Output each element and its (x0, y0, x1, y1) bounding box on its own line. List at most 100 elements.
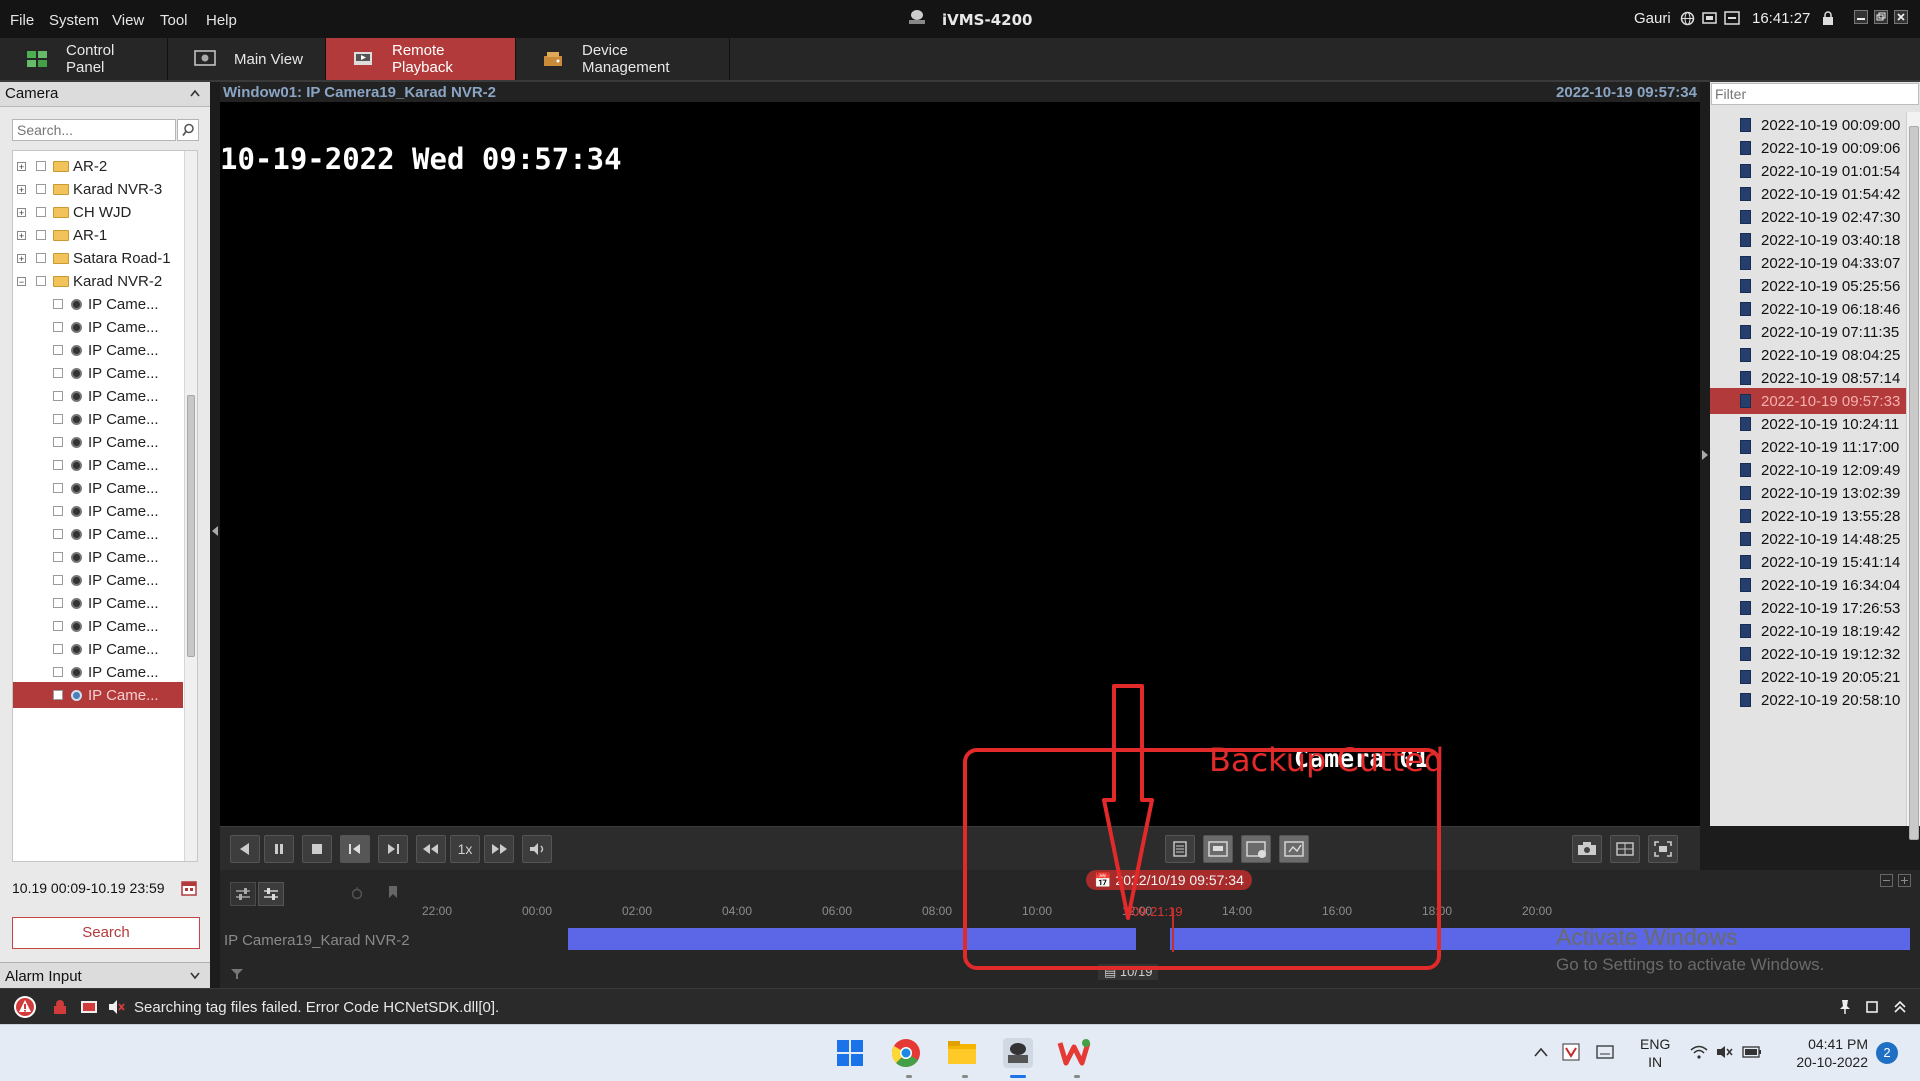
recording-list-scrollbar[interactable] (1906, 112, 1920, 840)
event-icon[interactable] (80, 998, 98, 1016)
checkbox[interactable] (53, 644, 63, 654)
playback-speed[interactable]: 1x (450, 835, 480, 863)
lock-timeline-icon[interactable] (350, 886, 364, 900)
language-indicator[interactable]: ENG IN (1640, 1035, 1670, 1071)
checkbox[interactable] (53, 299, 63, 309)
date-range-field[interactable]: 10.19 00:09-10.19 23:59 (12, 880, 198, 904)
battery-icon[interactable] (1742, 1045, 1762, 1059)
tree-scrollbar-thumb[interactable] (187, 395, 195, 657)
camera-search-input[interactable] (12, 119, 176, 141)
recording-list-scrollbar-thumb[interactable] (1909, 126, 1919, 840)
chrome-icon[interactable] (888, 1035, 924, 1071)
capture-button[interactable] (1572, 835, 1602, 863)
atm-button[interactable] (1203, 835, 1233, 863)
checkbox[interactable] (53, 460, 63, 470)
tab-main-view[interactable]: Main View (168, 38, 326, 80)
frame-back-button[interactable] (340, 835, 370, 863)
calendar-icon[interactable] (181, 880, 197, 896)
timeline-minus-icon[interactable] (1880, 874, 1893, 887)
message-icon[interactable] (1702, 11, 1717, 26)
windows-start-icon[interactable] (832, 1035, 868, 1071)
recording-segment[interactable] (568, 928, 1136, 950)
checkbox[interactable] (53, 690, 63, 700)
tree-camera-item[interactable]: IP Came... (13, 682, 183, 708)
stop-button[interactable] (302, 835, 332, 863)
checkbox[interactable] (53, 552, 63, 562)
warning-icon[interactable] (12, 995, 38, 1019)
cpu-icon[interactable] (1724, 10, 1740, 26)
filter-icon[interactable] (230, 968, 246, 980)
frame-forward-button[interactable] (378, 835, 408, 863)
user-name[interactable]: Gauri (1634, 10, 1671, 27)
checkbox[interactable] (36, 207, 46, 217)
video-viewport[interactable]: 10-19-2022 Wed 09:57:34 Camera 01 Backup… (220, 102, 1700, 826)
checkbox[interactable] (36, 276, 46, 286)
tab-remote-playback[interactable]: Remote Playback (326, 38, 516, 80)
menu-system[interactable]: System (49, 12, 99, 29)
checkbox[interactable] (53, 437, 63, 447)
camera-panel-header[interactable]: Camera (0, 82, 210, 107)
tray-app-icon[interactable] (1562, 1043, 1580, 1061)
chevron-up-icon[interactable] (190, 89, 200, 97)
mute-icon[interactable] (108, 999, 126, 1015)
restore-icon[interactable] (1874, 10, 1888, 24)
checkbox[interactable] (53, 391, 63, 401)
audio-button[interactable] (522, 835, 552, 863)
checkbox[interactable] (53, 621, 63, 631)
speed-up-button[interactable] (484, 835, 514, 863)
checkbox[interactable] (36, 161, 46, 171)
menu-view[interactable]: View (112, 12, 144, 29)
checkbox[interactable] (53, 506, 63, 516)
pin-icon[interactable] (1838, 999, 1852, 1015)
tree-scrollbar[interactable] (184, 151, 197, 861)
wifi-icon[interactable] (1690, 1045, 1708, 1059)
expand-icon[interactable]: + (17, 230, 26, 240)
checkbox[interactable] (53, 667, 63, 677)
menu-help[interactable]: Help (206, 12, 237, 29)
recording-file-item[interactable]: 2022-10-19 20:58:10 (1710, 687, 1906, 713)
checkbox[interactable] (53, 483, 63, 493)
lock-icon[interactable] (1822, 11, 1834, 26)
checkbox[interactable] (36, 184, 46, 194)
checkbox[interactable] (53, 414, 63, 424)
expand-icon[interactable]: + (17, 253, 26, 263)
collapse-icon[interactable]: − (17, 276, 26, 286)
timeline-zoom-out-button[interactable] (230, 882, 256, 906)
reverse-play-button[interactable] (230, 835, 260, 863)
notification-badge[interactable]: 2 (1876, 1042, 1898, 1064)
checkbox[interactable] (53, 529, 63, 539)
checkbox[interactable] (53, 575, 63, 585)
clip-button[interactable] (1165, 835, 1195, 863)
alarm-input-header[interactable]: Alarm Input (0, 962, 210, 989)
timeline-zoom-in-button[interactable] (258, 882, 284, 906)
system-clock[interactable]: 04:41 PM 20-10-2022 (1772, 1035, 1868, 1071)
checkbox[interactable] (53, 322, 63, 332)
volume-muted-icon[interactable] (1716, 1045, 1734, 1059)
expand-up-icon[interactable] (1894, 1000, 1906, 1014)
checkbox[interactable] (36, 230, 46, 240)
fullscreen-button[interactable] (1648, 835, 1678, 863)
camera-search-button[interactable] (177, 119, 199, 141)
timeline-date-chip[interactable]: ▤ 10/19 (1098, 964, 1159, 980)
search-recordings-button[interactable]: Search (12, 917, 200, 949)
expand-icon[interactable]: + (17, 184, 26, 194)
window-icon[interactable] (1866, 1001, 1878, 1013)
tray-chevron-up-icon[interactable] (1534, 1047, 1548, 1057)
window-layout-button[interactable] (1610, 835, 1640, 863)
checkbox[interactable] (53, 368, 63, 378)
tab-device-management[interactable]: Device Management (516, 38, 730, 80)
expand-icon[interactable]: + (17, 207, 26, 217)
ivms-taskbar-icon[interactable] (1000, 1035, 1036, 1071)
menu-tool[interactable]: Tool (160, 12, 188, 29)
checkbox[interactable] (36, 253, 46, 263)
chevron-down-icon[interactable] (190, 972, 200, 980)
keyboard-icon[interactable] (1596, 1045, 1614, 1059)
minimize-icon[interactable] (1854, 10, 1868, 24)
alarm-icon[interactable] (52, 998, 70, 1016)
timeline-plus-icon[interactable] (1898, 874, 1911, 887)
menu-file[interactable]: File (10, 12, 34, 29)
collapse-left-panel-icon[interactable] (212, 526, 218, 536)
recording-filter-input[interactable] (1711, 83, 1919, 105)
tab-control-panel[interactable]: Control Panel (0, 38, 168, 80)
collapse-right-panel-icon[interactable] (1702, 450, 1708, 460)
